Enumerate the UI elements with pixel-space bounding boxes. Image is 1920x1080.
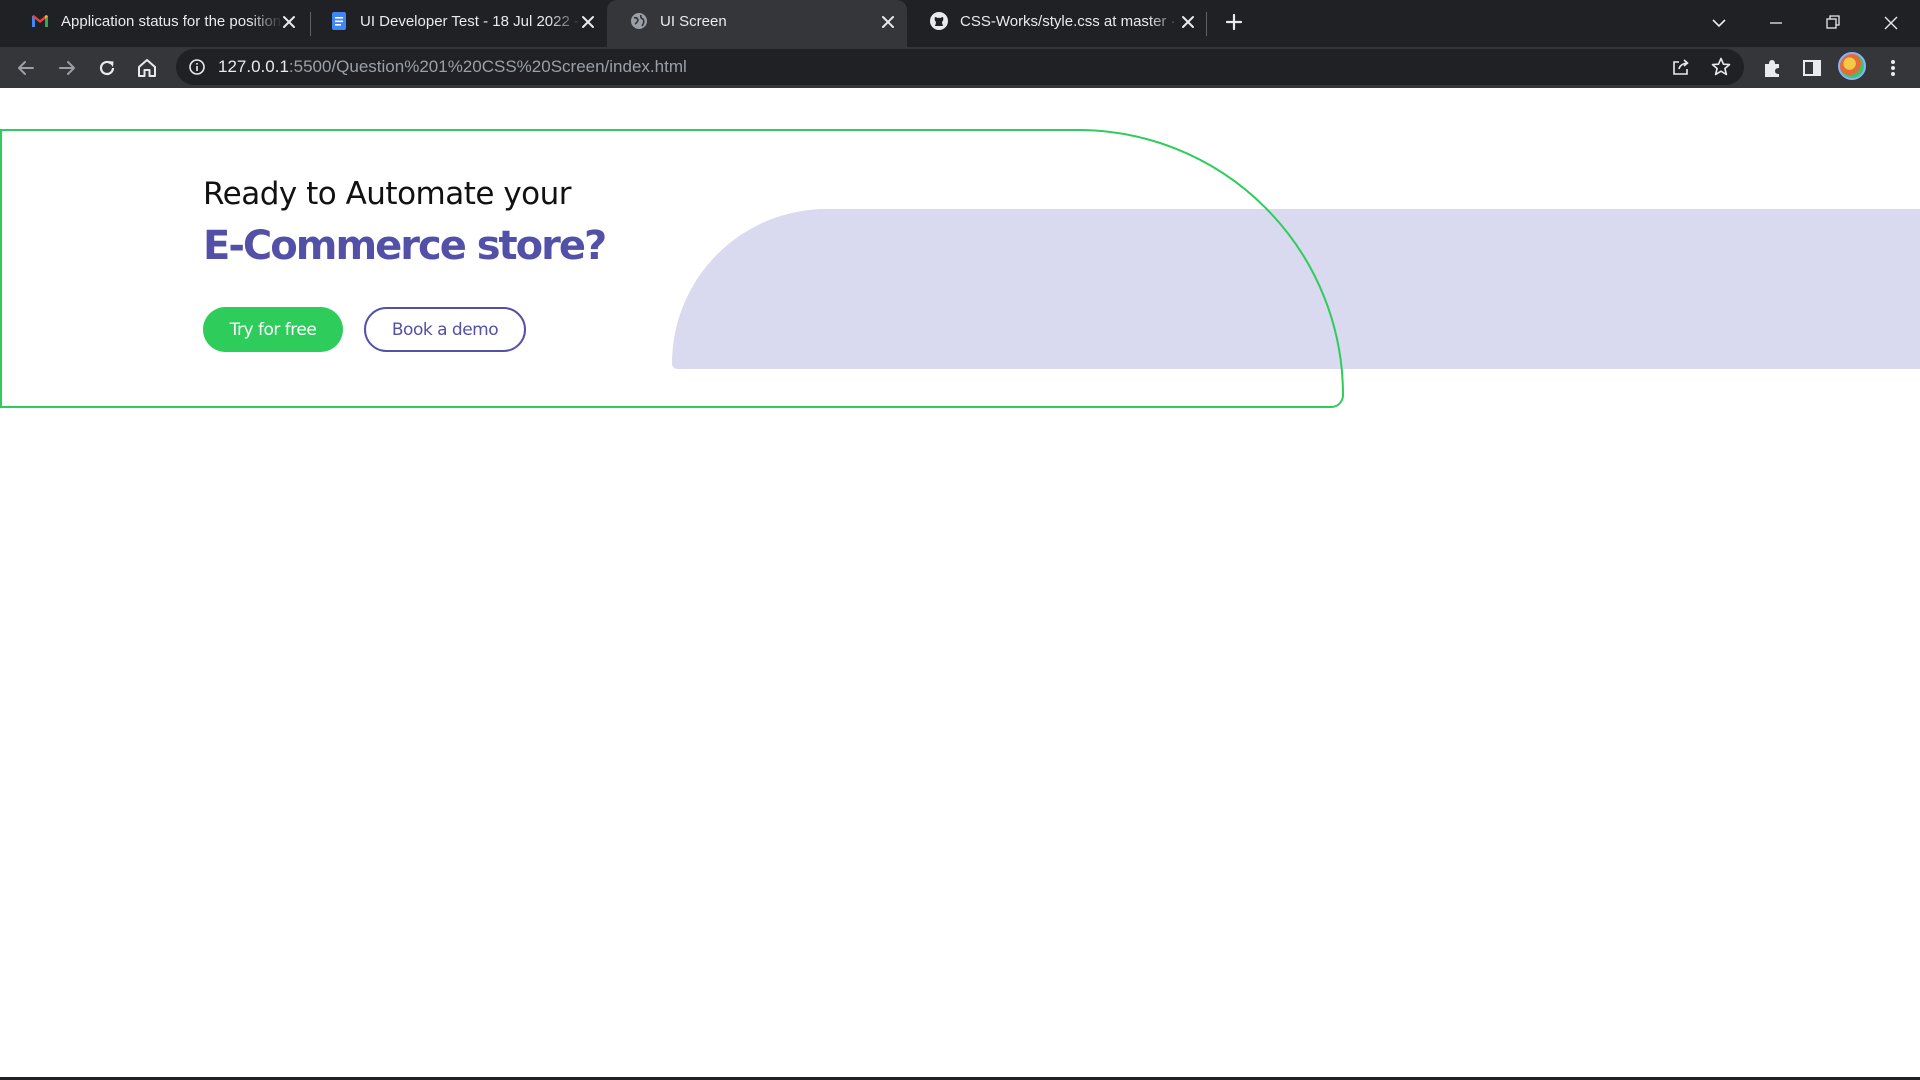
side-panel-icon[interactable] bbox=[1799, 55, 1825, 81]
address-bar[interactable]: 127.0.0.1:5500/Question%201%20CSS%20Scre… bbox=[176, 49, 1744, 85]
info-icon[interactable] bbox=[188, 58, 206, 76]
tab-github[interactable]: CSS-Works/style.css at master · w bbox=[907, 0, 1207, 47]
close-icon[interactable] bbox=[280, 13, 298, 31]
url-host: 127.0.0.1 bbox=[218, 57, 289, 76]
new-tab-icon[interactable] bbox=[1219, 7, 1249, 37]
extensions-puzzle-icon[interactable] bbox=[1759, 55, 1785, 81]
reload-icon[interactable] bbox=[94, 55, 120, 81]
tab-strip: Application status for the position UI D… bbox=[0, 0, 1920, 47]
tab-google-docs[interactable]: UI Developer Test - 18 Jul 2022 - Google… bbox=[307, 0, 607, 47]
profile-avatar[interactable] bbox=[1838, 52, 1866, 80]
banner-heading: Ready to Automate your bbox=[203, 176, 572, 212]
tab-title: Application status for the position bbox=[61, 13, 282, 30]
gmail-icon bbox=[32, 15, 48, 27]
globe-icon bbox=[631, 13, 647, 29]
restore-icon[interactable] bbox=[1818, 8, 1848, 38]
close-icon[interactable] bbox=[879, 13, 897, 31]
banner-subheading: E-Commerce store? bbox=[203, 223, 607, 269]
google-docs-icon bbox=[332, 12, 346, 30]
tab-title: UI Developer Test - 18 Jul 2022 - Google… bbox=[360, 13, 582, 30]
chevron-down-icon[interactable] bbox=[1704, 8, 1734, 38]
tab-separator bbox=[1206, 12, 1207, 36]
try-for-free-button[interactable]: Try for free bbox=[203, 307, 343, 352]
url-text[interactable]: 127.0.0.1:5500/Question%201%20CSS%20Scre… bbox=[218, 57, 687, 77]
tab-ui-screen[interactable]: UI Screen bbox=[607, 0, 907, 47]
browser-toolbar: 127.0.0.1:5500/Question%201%20CSS%20Scre… bbox=[0, 47, 1920, 88]
forward-icon[interactable] bbox=[54, 55, 80, 81]
github-icon bbox=[930, 12, 948, 30]
home-icon[interactable] bbox=[134, 55, 160, 81]
share-icon[interactable] bbox=[1670, 56, 1692, 78]
page-viewport: Ready to Automate your E-Commerce store?… bbox=[0, 88, 1920, 1077]
back-icon[interactable] bbox=[13, 55, 39, 81]
url-path: :5500/Question%201%20CSS%20Screen/index.… bbox=[288, 57, 687, 76]
tab-title: CSS-Works/style.css at master · w bbox=[960, 13, 1182, 30]
close-icon[interactable] bbox=[1179, 13, 1197, 31]
tab-title: UI Screen bbox=[660, 13, 727, 30]
tab-gmail[interactable]: Application status for the position bbox=[8, 0, 308, 47]
book-a-demo-button[interactable]: Book a demo bbox=[364, 307, 526, 352]
more-menu-icon[interactable] bbox=[1880, 55, 1906, 81]
close-window-icon[interactable] bbox=[1876, 8, 1906, 38]
close-icon[interactable] bbox=[579, 13, 597, 31]
bookmark-star-icon[interactable] bbox=[1710, 56, 1732, 78]
minimize-icon[interactable] bbox=[1761, 8, 1791, 38]
banner-outline bbox=[0, 129, 1344, 408]
